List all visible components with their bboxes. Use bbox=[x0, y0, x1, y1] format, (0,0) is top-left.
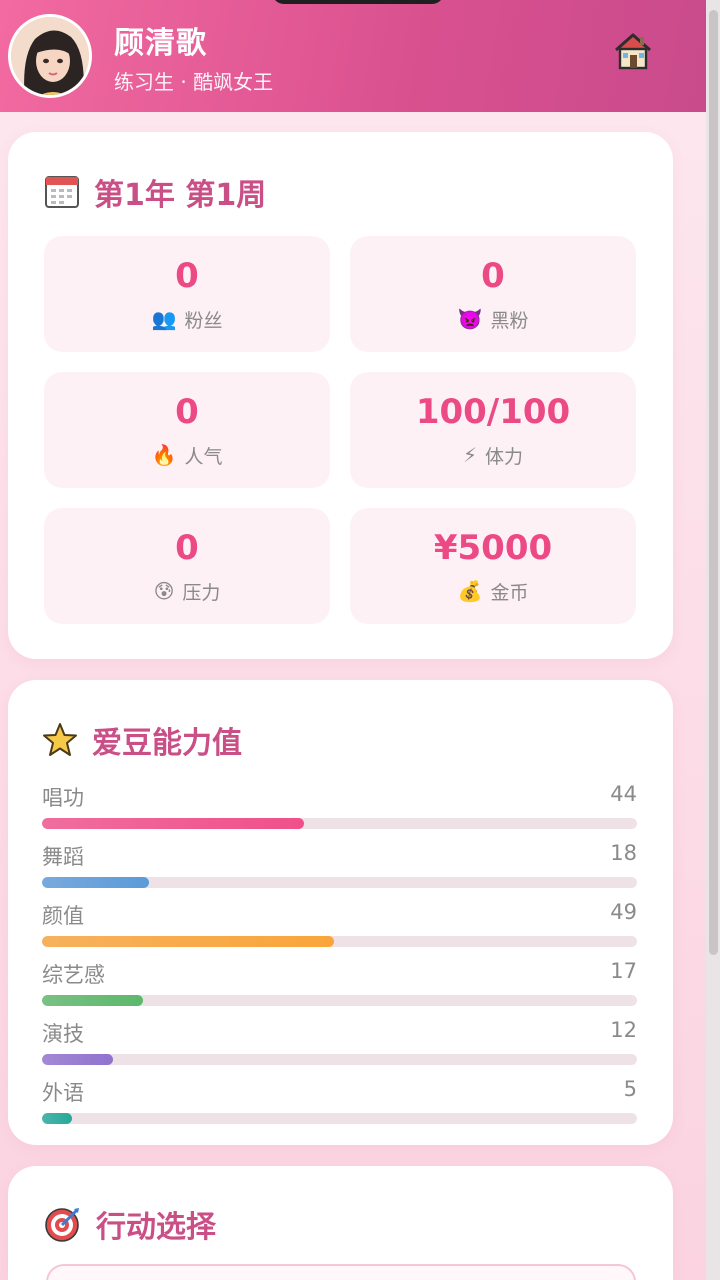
star-icon bbox=[43, 723, 77, 756]
ability-row: 舞蹈 18 bbox=[42, 841, 637, 888]
stat-tile: 0 👿 黑粉 bbox=[350, 236, 636, 352]
calendar-icon bbox=[45, 176, 79, 208]
ability-row: 演技 12 bbox=[42, 1018, 637, 1065]
ability-label: 舞蹈 bbox=[42, 845, 84, 869]
ability-bar-fill bbox=[42, 995, 144, 1006]
ability-label: 外语 bbox=[42, 1081, 84, 1105]
action-title-text: 行动选择 bbox=[96, 1210, 216, 1245]
ability-value: 12 bbox=[610, 1018, 637, 1042]
stat-label-row: 🔥 人气 bbox=[152, 442, 223, 469]
ability-bar bbox=[42, 818, 637, 829]
stat-tile: 0 🔥 人气 bbox=[44, 372, 330, 488]
ability-row: 颜值 49 bbox=[42, 900, 637, 947]
ability-row: 唱功 44 bbox=[42, 782, 637, 829]
stat-label-row: 👿 黑粉 bbox=[458, 306, 529, 333]
ability-bar-fill bbox=[42, 1113, 72, 1124]
ability-label: 颜值 bbox=[42, 904, 84, 928]
profile-header: 顾清歌 练习生 · 酷飒女王 bbox=[0, 0, 706, 112]
action-option[interactable] bbox=[46, 1264, 636, 1280]
stat-value: 0 bbox=[481, 255, 505, 296]
scrollbar-thumb[interactable] bbox=[709, 10, 718, 955]
ability-row: 外语 5 bbox=[42, 1077, 637, 1124]
player-name: 顾清歌 bbox=[114, 25, 207, 61]
stat-tile: 0 👥 粉丝 bbox=[44, 236, 330, 352]
ability-label: 唱功 bbox=[42, 786, 84, 810]
stat-label-row: 💰 金币 bbox=[458, 578, 529, 605]
ability-value: 44 bbox=[610, 782, 637, 806]
ability-row: 综艺感 17 bbox=[42, 959, 637, 1006]
ability-bar-fill bbox=[42, 818, 304, 829]
stat-label-row: 👥 粉丝 bbox=[152, 306, 223, 333]
house-icon bbox=[615, 33, 651, 70]
status-card: 第1年 第1周 0 👥 粉丝 0 👿 黑粉 0 🔥 人气 100/100 ⚡ 体力 0 😰 压力 ¥5000 💰… bbox=[8, 132, 673, 659]
devil-icon: 👿 bbox=[457, 307, 483, 331]
stat-value: 0 bbox=[175, 527, 199, 568]
device-notch bbox=[272, 0, 444, 4]
ability-bar-fill bbox=[42, 1054, 114, 1065]
ability-title-text: 爱豆能力值 bbox=[92, 726, 242, 761]
ability-bar bbox=[42, 995, 637, 1006]
ability-bar bbox=[42, 1113, 637, 1124]
scrollbar[interactable] bbox=[706, 0, 720, 1280]
stat-label-row: ⚡ 体力 bbox=[463, 442, 523, 469]
stat-tile: 0 😰 压力 bbox=[44, 508, 330, 624]
week-title: 第1年 第1周 bbox=[44, 170, 637, 214]
lightning-icon: ⚡ bbox=[462, 443, 478, 467]
avatar[interactable] bbox=[8, 14, 92, 98]
ability-title: 爱豆能力值 bbox=[42, 718, 637, 762]
ability-bar-fill bbox=[42, 936, 334, 947]
stat-value: 0 bbox=[175, 391, 199, 432]
ability-value: 17 bbox=[610, 959, 637, 983]
stat-label: 体力 bbox=[485, 445, 524, 468]
stat-value: 0 bbox=[175, 255, 199, 296]
fire-icon: 🔥 bbox=[151, 443, 177, 467]
stat-value: 100/100 bbox=[415, 391, 571, 432]
ability-bar bbox=[42, 936, 637, 947]
action-card: 行动选择 bbox=[8, 1166, 673, 1280]
ability-bar-fill bbox=[42, 877, 150, 888]
stat-tile: 100/100 ⚡ 体力 bbox=[350, 372, 636, 488]
money-bag-icon: 💰 bbox=[457, 579, 483, 603]
ability-bar bbox=[42, 877, 637, 888]
ability-value: 49 bbox=[610, 900, 637, 924]
ability-card: 爱豆能力值 唱功 44 舞蹈 18 颜值 49 综艺感 17 演技 12 外语 5 bbox=[8, 680, 673, 1145]
stat-label: 粉丝 bbox=[184, 309, 223, 332]
stat-tile: ¥5000 💰 金币 bbox=[350, 508, 636, 624]
fans-icon: 👥 bbox=[151, 307, 177, 331]
week-title-text: 第1年 第1周 bbox=[94, 178, 267, 213]
stat-label: 金币 bbox=[490, 581, 529, 604]
action-title: 行动选择 bbox=[44, 1202, 637, 1246]
target-icon bbox=[45, 1208, 79, 1242]
player-subtitle: 练习生 · 酷飒女王 bbox=[114, 69, 274, 94]
stats-grid: 0 👥 粉丝 0 👿 黑粉 0 🔥 人气 100/100 ⚡ 体力 0 😰 压力 ¥5000 💰 金币 bbox=[44, 236, 637, 624]
ability-list: 唱功 44 舞蹈 18 颜值 49 综艺感 17 演技 12 外语 5 bbox=[42, 782, 637, 1124]
ability-value: 5 bbox=[623, 1077, 637, 1101]
ability-value: 18 bbox=[610, 841, 637, 865]
stat-label: 压力 bbox=[182, 581, 221, 604]
ability-label: 演技 bbox=[42, 1022, 84, 1046]
stat-label: 黑粉 bbox=[490, 309, 529, 332]
stat-label: 人气 bbox=[184, 445, 223, 468]
stat-label-row: 😰 压力 bbox=[154, 578, 221, 605]
stat-value: ¥5000 bbox=[433, 527, 553, 568]
home-button[interactable] bbox=[610, 28, 656, 74]
anxious-face-icon: 😰 bbox=[153, 579, 175, 603]
ability-label: 综艺感 bbox=[42, 963, 105, 987]
ability-bar bbox=[42, 1054, 637, 1065]
